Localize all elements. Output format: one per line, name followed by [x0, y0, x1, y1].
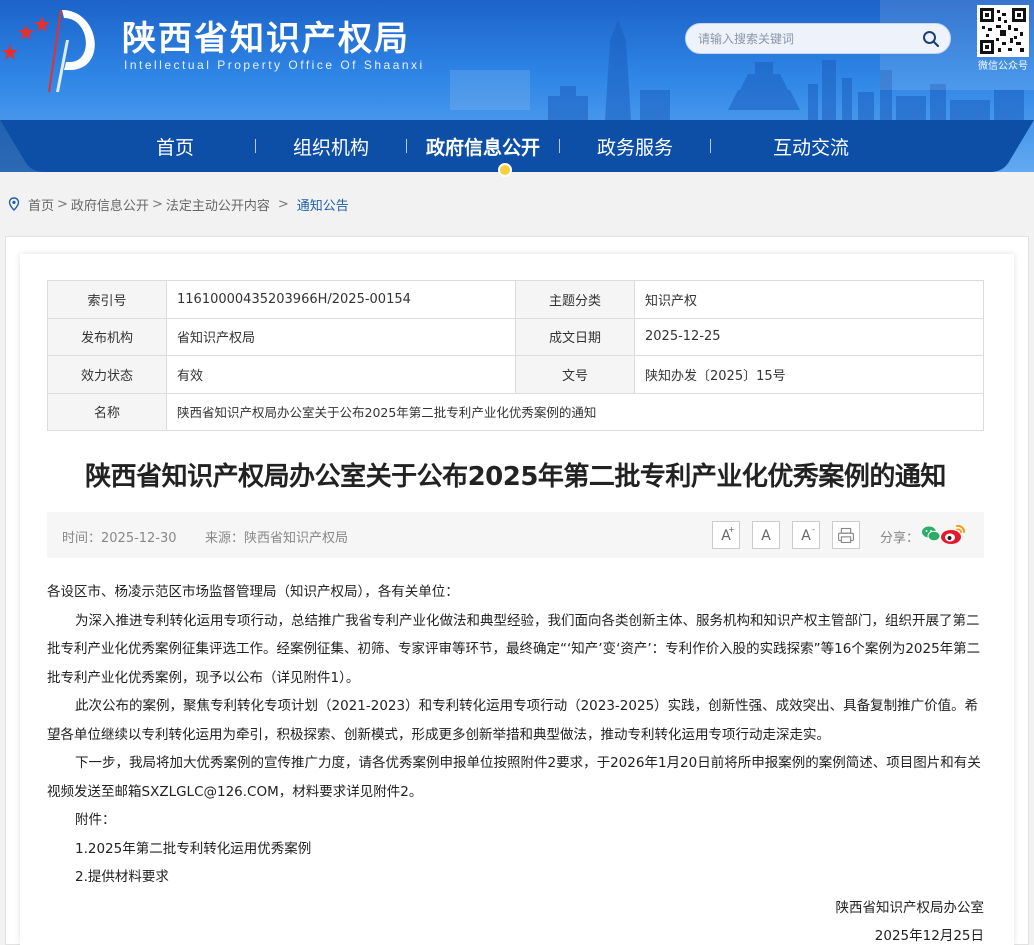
active-nav-indicator-icon: [498, 163, 512, 177]
nav-item-services[interactable]: 政务服务: [560, 121, 710, 171]
location-pin-icon: [8, 197, 20, 211]
breadcrumb-notices[interactable]: 通知公告: [297, 195, 349, 214]
qr-label: 微信公众号: [978, 61, 1028, 72]
table-row: 效力状态 有效 文号 陕知办发〔2025〕15号: [47, 355, 984, 394]
index-value: 11610000435203966H/2025-00154: [166, 280, 516, 319]
search-box: [685, 23, 951, 54]
minus-icon: -: [812, 525, 815, 534]
font-smaller-button[interactable]: A-: [792, 521, 820, 549]
site-subtitle: Intellectual Property Office Of Shaanxi: [124, 58, 425, 72]
table-row: 发布机构 省知识产权局 成文日期 2025-12-25: [47, 317, 984, 356]
plus-icon: +: [728, 525, 735, 534]
org-label: 发布机构: [47, 317, 167, 356]
docno-value: 陕知办发〔2025〕15号: [634, 355, 984, 394]
article-title: 陕西省知识产权局办公室关于公布2025年第二批专利产业化优秀案例的通知: [85, 462, 946, 492]
font-larger-button[interactable]: A +: [712, 521, 740, 549]
nav-item-organization[interactable]: 组织机构: [256, 121, 406, 171]
wechat-share-icon[interactable]: [921, 525, 941, 543]
search-input[interactable]: [698, 29, 908, 49]
breadcrumb-separator: >: [277, 196, 289, 212]
document-metadata-table: 索引号 11610000435203966H/2025-00154 主题分类 知…: [47, 280, 984, 431]
paragraph: 此次公布的案例，聚焦专利转化专项计划（2021-2023）和专利转化运用专项行动…: [47, 698, 979, 743]
breadcrumb-home[interactable]: 首页: [28, 195, 54, 214]
print-button[interactable]: [832, 521, 860, 549]
paragraph: 下一步，我局将加大优秀案例的宣传推广力度，请各优秀案例申报单位按照附件2要求，于…: [47, 755, 981, 800]
printer-icon: [838, 527, 854, 543]
org-value: 省知识产权局: [166, 317, 516, 356]
table-row: 索引号 11610000435203966H/2025-00154 主题分类 知…: [47, 280, 984, 319]
name-value: 陕西省知识产权局办公室关于公布2025年第二批专利产业化优秀案例的通知: [166, 392, 984, 431]
share-label: 分享：: [880, 531, 920, 546]
search-icon[interactable]: [922, 30, 940, 48]
article-info-bar: 时间：2025-12-30 来源：陕西省知识产权局 A + A A- 分享：: [47, 512, 984, 558]
index-label: 索引号: [47, 280, 167, 319]
weibo-share-icon[interactable]: [940, 523, 966, 545]
attachment-link-1[interactable]: 1.2025年第二批专利转化运用优秀案例: [47, 835, 984, 864]
qr-code-icon: [980, 8, 1026, 54]
topic-value: 知识产权: [634, 280, 984, 319]
wechat-qr-code: [977, 5, 1029, 57]
breadcrumb-public-content[interactable]: 法定主动公开内容: [166, 195, 270, 214]
status-value: 有效: [166, 355, 516, 394]
docno-label: 文号: [515, 355, 635, 394]
breadcrumb-gov-info[interactable]: 政府信息公开: [71, 195, 149, 214]
status-label: 效力状态: [47, 355, 167, 394]
nav-item-home[interactable]: 首页: [95, 121, 255, 171]
font-smaller-label: A: [801, 528, 811, 544]
table-row: 名称 陕西省知识产权局办公室关于公布2025年第二批专利产业化优秀案例的通知: [47, 392, 984, 431]
salutation: 各设区市、杨凌示范区市场监督管理局（知识产权局），各有关单位：: [47, 584, 459, 600]
name-label: 名称: [47, 392, 167, 431]
sign-date: 2025年12月25日: [874, 928, 984, 944]
article-source: 来源：陕西省知识产权局: [205, 531, 349, 546]
font-normal-label: A: [761, 528, 771, 544]
breadcrumb-separator: >: [151, 196, 163, 212]
nav-item-gov-info[interactable]: 政府信息公开: [407, 121, 559, 171]
paragraph: 为深入推进专利转化运用专项行动，总结推广我省专利产业化做法和典型经验，我们面向各…: [47, 612, 981, 686]
attachments-label: 附件：: [75, 812, 116, 828]
publish-time: 时间：2025-12-30: [62, 531, 177, 546]
site-title[interactable]: 陕西省知识产权局: [122, 11, 410, 60]
article-body: 各设区市、杨凌示范区市场监督管理局（知识产权局），各有关单位： 为深入推进专利转…: [47, 578, 984, 945]
main-nav: 首页 组织机构 政府信息公开 政务服务 互动交流: [95, 121, 955, 171]
date-label: 成文日期: [515, 317, 635, 356]
date-value: 2025-12-25: [634, 317, 984, 356]
attachment-link-2[interactable]: 2.提供材料要求: [47, 863, 984, 892]
signature: 陕西省知识产权局办公室: [835, 899, 985, 916]
nav-item-interaction[interactable]: 互动交流: [711, 121, 911, 171]
breadcrumb-separator: >: [57, 196, 68, 212]
topic-label: 主题分类: [515, 280, 635, 319]
breadcrumb: 首页 > 政府信息公开 > 法定主动公开内容 > 通知公告: [8, 195, 349, 214]
font-normal-button[interactable]: A: [752, 521, 780, 549]
